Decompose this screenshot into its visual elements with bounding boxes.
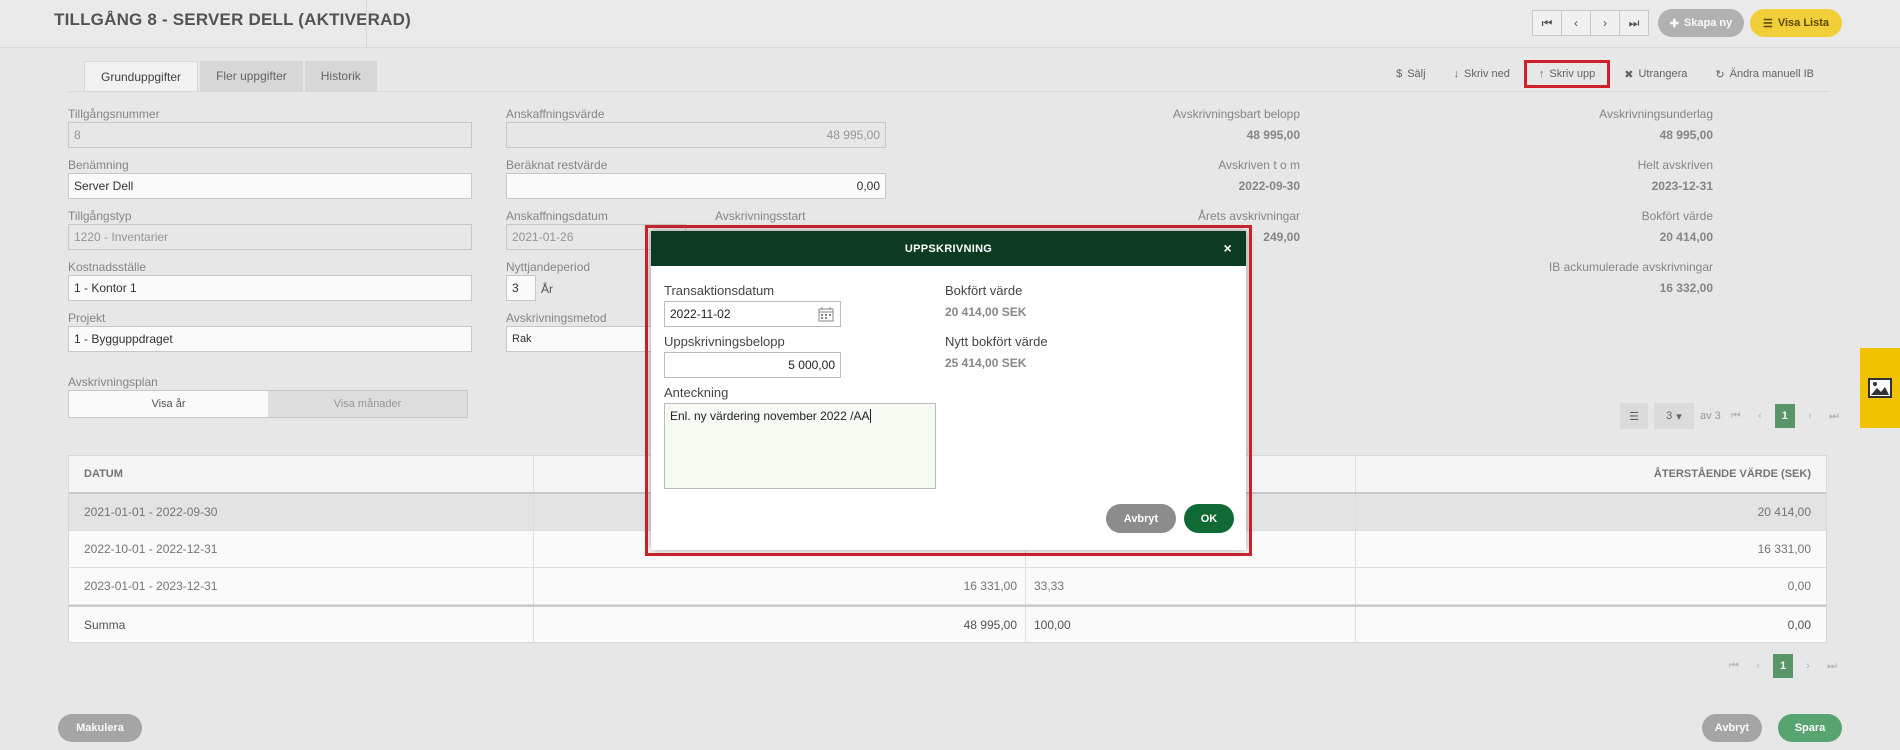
dialog-ok-button[interactable]: OK bbox=[1184, 504, 1234, 533]
calendar-icon[interactable] bbox=[818, 307, 834, 322]
dialog-title: UPPSKRIVNING bbox=[904, 242, 993, 255]
amount-input[interactable]: 5 000,00 bbox=[664, 352, 841, 378]
amount-label: Uppskrivningsbelopp bbox=[664, 334, 785, 349]
book-value-amount: 20 414,00 SEK bbox=[945, 305, 1027, 319]
dialog-header: UPPSKRIVNING × bbox=[651, 231, 1246, 266]
text-cursor bbox=[870, 409, 872, 423]
book-value-label: Bokfört värde bbox=[945, 283, 1023, 298]
new-book-value-label: Nytt bokfört värde bbox=[945, 334, 1048, 349]
transaction-date-label: Transaktionsdatum bbox=[664, 283, 775, 298]
close-icon[interactable]: × bbox=[1224, 240, 1232, 256]
note-label: Anteckning bbox=[664, 385, 729, 400]
note-textarea[interactable]: Enl. ny värdering november 2022 /AA bbox=[664, 403, 936, 489]
dialog-cancel-button[interactable]: Avbryt bbox=[1106, 504, 1176, 533]
new-book-value-amount: 25 414,00 SEK bbox=[945, 356, 1027, 370]
write-up-dialog: UPPSKRIVNING × Transaktionsdatum 2022-11… bbox=[651, 231, 1246, 550]
transaction-date-input[interactable]: 2022-11-02 bbox=[664, 301, 841, 327]
